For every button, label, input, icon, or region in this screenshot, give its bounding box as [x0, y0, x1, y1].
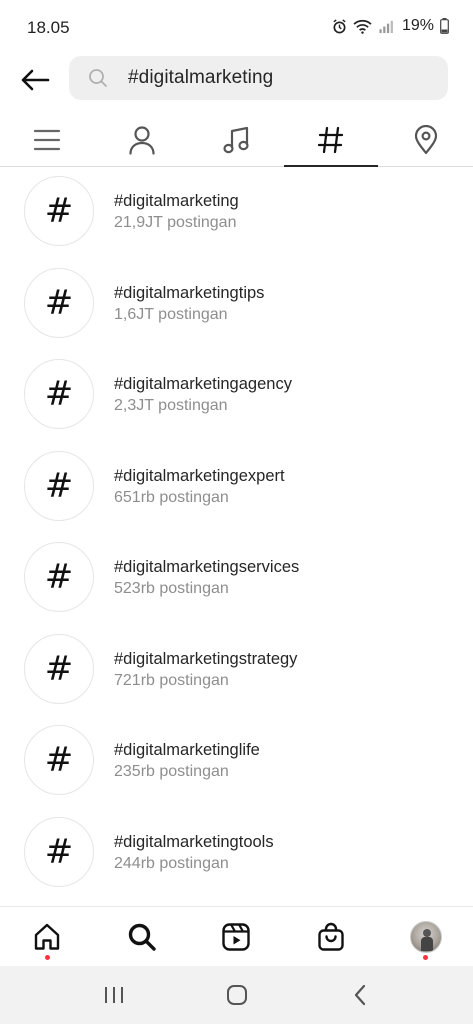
hashtag-name: #digitalmarketing — [114, 192, 239, 210]
hashtag-avatar: # — [24, 816, 94, 887]
tab-audio[interactable] — [189, 114, 284, 166]
search-icon — [88, 67, 110, 89]
status-time: 18.05 — [27, 18, 70, 37]
hashtag-icon: # — [44, 374, 74, 414]
shop-bag-icon — [318, 922, 344, 951]
notification-dot — [423, 955, 429, 960]
hashtag-avatar: # — [24, 359, 94, 429]
reels-icon — [222, 922, 251, 951]
hashtag-icon: # — [44, 465, 74, 506]
hashtag-result-text: #digitalmarketinglife 235rb postingan — [114, 739, 260, 783]
hashtag-avatar: # — [24, 633, 94, 704]
tab-accounts[interactable] — [95, 114, 190, 166]
hashtag-icon: # — [44, 740, 74, 780]
search-input[interactable]: #digitalmarketing — [69, 56, 448, 100]
hashtag-post-count: 21,9JT postingan — [114, 214, 237, 231]
wifi-icon — [353, 19, 372, 34]
hashtag-result-row[interactable]: # #digitalmarketingservices 523rb postin… — [0, 534, 473, 626]
hashtag-post-count: 2,3JT postingan — [114, 397, 228, 414]
hashtag-post-count: 244rb postingan — [114, 854, 229, 872]
hashtag-result-row[interactable]: # #digitalmarketingtips 1,6JT postingan — [0, 260, 473, 352]
hashtag-avatar: # — [24, 542, 94, 612]
notification-dot — [44, 955, 50, 960]
system-nav-bar — [0, 966, 473, 1024]
location-pin-icon — [414, 125, 437, 155]
hashtag-avatar: # — [24, 267, 94, 338]
hashtag-post-count: 523rb postingan — [114, 580, 229, 597]
hashtag-post-count: 235rb postingan — [114, 763, 229, 780]
nav-profile[interactable] — [378, 907, 473, 966]
search-tabs — [0, 114, 473, 167]
hashtag-result-text: #digitalmarketingtips 1,6JT postingan — [114, 282, 264, 326]
recent-apps-icon — [104, 987, 123, 1003]
hashtag-icon: # — [44, 831, 74, 872]
system-back-button[interactable] — [330, 975, 390, 1015]
status-bar: 18.05 19% — [0, 0, 473, 52]
battery-percent: 19% — [401, 17, 434, 34]
hashtag-post-count: 721rb postingan — [114, 671, 229, 689]
nav-reels[interactable] — [189, 907, 284, 966]
nav-shop[interactable] — [284, 907, 379, 966]
recent-apps-button[interactable] — [84, 975, 144, 1015]
home-button[interactable] — [207, 975, 267, 1015]
hashtag-result-text: #digitalmarketingtools 244rb postingan — [114, 831, 274, 875]
bottom-nav — [0, 906, 473, 966]
avatar — [409, 920, 442, 953]
hashtag-name: #digitalmarketingstrategy — [114, 649, 298, 668]
home-circle-icon — [226, 985, 247, 1005]
list-icon — [34, 129, 61, 151]
hashtag-result-row[interactable]: # #digitalmarketingexpert 651rb postinga… — [0, 443, 473, 535]
hashtag-result-row[interactable]: # #digitalmarketinglife 235rb postingan — [0, 717, 473, 809]
hashtag-result-text: #digitalmarketingexpert 651rb postingan — [114, 465, 285, 509]
hashtag-result-row[interactable]: # #digitalmarketingstrategy 721rb postin… — [0, 626, 473, 718]
hashtag-result-text: #digitalmarketingservices 523rb postinga… — [114, 556, 299, 600]
nav-search[interactable] — [95, 907, 190, 966]
tab-tags[interactable] — [283, 114, 379, 167]
user-icon — [129, 126, 155, 155]
tab-top[interactable] — [0, 114, 95, 166]
hashtag-icon: # — [44, 557, 74, 597]
hashtag-result-row[interactable]: # #digitalmarketingtools 244rb postingan — [0, 809, 473, 901]
search-icon — [128, 923, 156, 951]
hashtag-result-text: #digitalmarketingagency 2,3JT postingan — [114, 373, 292, 417]
hashtag-post-count: 651rb postingan — [114, 488, 229, 506]
hashtag-post-count: 1,6JT postingan — [114, 305, 228, 323]
status-icons: 19% — [332, 17, 449, 35]
music-icon — [223, 126, 250, 154]
hashtag-name: #digitalmarketingagency — [114, 375, 292, 393]
signal-icon — [378, 19, 394, 34]
back-arrow-icon — [21, 69, 50, 91]
hashtag-icon: # — [44, 191, 74, 231]
hashtag-avatar: # — [24, 725, 94, 795]
hashtag-result-row[interactable]: # #digitalmarketing 21,9JT postingan — [0, 168, 473, 260]
search-query[interactable]: #digitalmarketing — [128, 67, 273, 89]
tab-places[interactable] — [378, 114, 473, 166]
battery-icon — [440, 18, 449, 34]
alarm-icon — [332, 18, 347, 34]
hashtag-name: #digitalmarketingtools — [114, 832, 274, 851]
hashtag-name: #digitalmarketinglife — [114, 741, 260, 759]
hashtag-result-text: #digitalmarketingstrategy 721rb postinga… — [114, 648, 297, 692]
hashtag-name: #digitalmarketingservices — [114, 558, 300, 576]
hashtag-avatar: # — [24, 450, 94, 521]
hashtag-icon: # — [44, 648, 74, 689]
search-header: #digitalmarketing — [0, 52, 473, 108]
home-icon — [35, 923, 60, 950]
hashtag-avatar: # — [24, 176, 94, 246]
hashtag-icon — [318, 126, 344, 154]
hashtag-result-row[interactable]: # #digitalmarketingagency 2,3JT postinga… — [0, 351, 473, 443]
hashtag-result-text: #digitalmarketing 21,9JT postingan — [114, 190, 239, 234]
hashtag-name: #digitalmarketingtips — [114, 283, 265, 302]
hashtag-results-list: # #digitalmarketing 21,9JT postingan # #… — [0, 168, 473, 900]
hashtag-name: #digitalmarketingexpert — [114, 466, 285, 485]
hashtag-icon: # — [44, 282, 74, 323]
chevron-left-icon — [354, 984, 365, 1006]
nav-home[interactable] — [0, 907, 95, 966]
back-button[interactable] — [17, 62, 53, 98]
